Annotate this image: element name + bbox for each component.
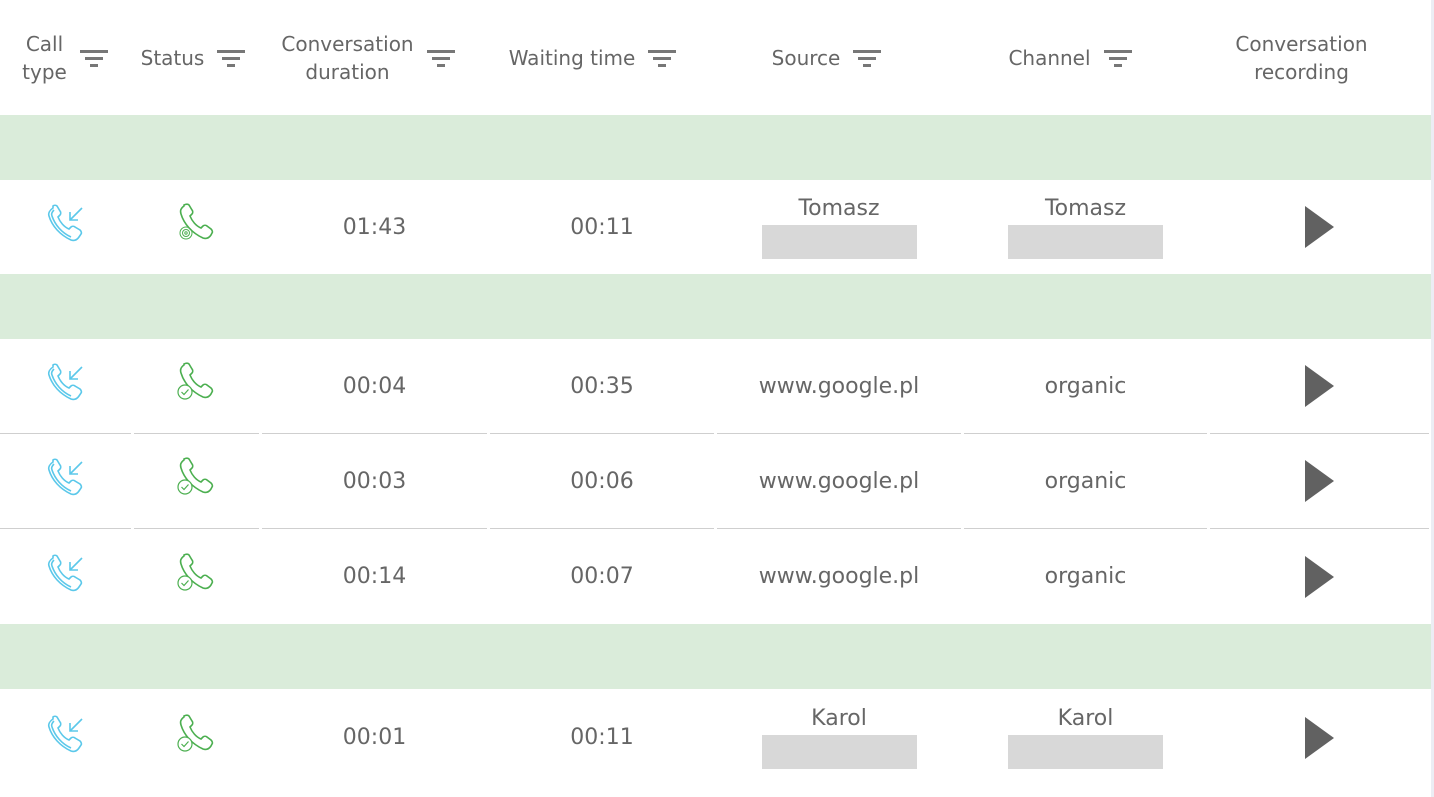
incoming-call-icon bbox=[44, 361, 88, 411]
duration-cell: 00:14 bbox=[342, 564, 407, 589]
call-answered-icon bbox=[175, 552, 219, 602]
filter-icon[interactable] bbox=[852, 48, 882, 68]
waiting-time-cell: 00:35 bbox=[490, 339, 714, 434]
channel-cell: Tomasz bbox=[964, 180, 1207, 274]
incoming-call-icon bbox=[44, 202, 88, 252]
group-row bbox=[0, 624, 1431, 689]
source-cell: Tomasz bbox=[717, 180, 961, 274]
header-channel: Channel bbox=[949, 44, 1192, 72]
status-cell bbox=[134, 529, 259, 624]
call-type-cell bbox=[0, 180, 131, 274]
filter-icon[interactable] bbox=[647, 48, 677, 68]
status-cell bbox=[134, 434, 259, 529]
header-waiting-time: Waiting time bbox=[481, 44, 705, 72]
filter-icon[interactable] bbox=[1103, 48, 1133, 68]
channel-value: Tomasz bbox=[1044, 195, 1127, 221]
table-header: Call type Status Conversation duration Wai… bbox=[0, 0, 1431, 115]
channel-value: organic bbox=[1044, 468, 1127, 494]
waiting-time-cell: 00:07 bbox=[570, 564, 634, 589]
table-row[interactable]: 00:14 00:07 www.google.pl organic bbox=[0, 529, 1431, 624]
play-icon[interactable] bbox=[1305, 555, 1334, 598]
redacted-block bbox=[761, 224, 917, 259]
duration-cell: 00:01 bbox=[342, 725, 407, 750]
call-answered-icon bbox=[175, 713, 219, 763]
channel-cell: organic bbox=[964, 529, 1207, 624]
header-status: Status bbox=[131, 44, 256, 72]
source-cell: Karol bbox=[717, 689, 961, 786]
group-row bbox=[0, 115, 1431, 180]
channel-value: Karol bbox=[1057, 706, 1114, 731]
call-type-cell bbox=[0, 434, 131, 529]
incoming-call-icon bbox=[44, 552, 88, 602]
source-cell: www.google.pl bbox=[717, 434, 961, 529]
recording-cell bbox=[1210, 339, 1429, 434]
duration-cell: 01:43 bbox=[342, 214, 407, 240]
redacted-block bbox=[1008, 224, 1163, 259]
source-value: Karol bbox=[811, 706, 867, 731]
source-cell: www.google.pl bbox=[717, 529, 961, 624]
waiting-time-cell: 00:11 bbox=[570, 214, 634, 240]
header-source: Source bbox=[705, 44, 949, 72]
recording-cell bbox=[1210, 180, 1429, 274]
table-row[interactable]: 00:01 00:11 Karol Karol bbox=[0, 689, 1431, 786]
group-row bbox=[0, 274, 1431, 339]
status-cell bbox=[134, 689, 259, 786]
table-row[interactable]: 01:43 00:11 Tomasz Tomasz bbox=[0, 180, 1431, 274]
play-icon[interactable] bbox=[1305, 206, 1334, 248]
call-type-cell bbox=[0, 689, 131, 786]
incoming-call-icon bbox=[44, 456, 88, 506]
channel-cell: Karol bbox=[964, 689, 1207, 786]
table-body: 01:43 00:11 Tomasz Tomasz 00:04 00:35 www.goog… bbox=[0, 115, 1431, 786]
header-conversation-recording: Conversation recording bbox=[1235, 31, 1368, 84]
recording-cell bbox=[1210, 689, 1429, 786]
call-answered-icon bbox=[175, 456, 219, 506]
call-type-cell bbox=[0, 339, 131, 434]
channel-cell: organic bbox=[964, 339, 1207, 434]
calls-table: Call type Status Conversation duration Wai… bbox=[0, 0, 1431, 786]
channel-cell: organic bbox=[964, 434, 1207, 529]
call-type-cell bbox=[0, 529, 131, 624]
status-cell bbox=[134, 339, 259, 434]
recording-cell bbox=[1210, 434, 1429, 529]
incoming-call-icon bbox=[44, 713, 88, 763]
redacted-block bbox=[1008, 735, 1163, 769]
filter-icon[interactable] bbox=[79, 48, 109, 68]
waiting-time-cell: 00:11 bbox=[570, 725, 634, 750]
channel-value: organic bbox=[1044, 373, 1127, 399]
source-cell: www.google.pl bbox=[717, 339, 961, 434]
status-cell bbox=[134, 180, 259, 274]
table-row[interactable]: 00:03 00:06 www.google.pl organic bbox=[0, 434, 1431, 529]
play-icon[interactable] bbox=[1305, 716, 1334, 759]
play-icon[interactable] bbox=[1305, 365, 1334, 407]
call-answered-icon bbox=[175, 361, 219, 411]
filter-icon[interactable] bbox=[216, 48, 246, 68]
call-target-icon bbox=[175, 202, 219, 252]
recording-cell bbox=[1210, 529, 1429, 624]
header-call-type: Call type bbox=[0, 30, 131, 86]
source-value: www.google.pl bbox=[758, 564, 920, 589]
redacted-block bbox=[761, 735, 917, 769]
waiting-time-cell: 00:06 bbox=[490, 434, 714, 529]
source-value: Tomasz bbox=[798, 195, 880, 221]
play-icon[interactable] bbox=[1305, 460, 1334, 502]
table-row[interactable]: 00:04 00:35 www.google.pl organic bbox=[0, 339, 1431, 434]
source-value: www.google.pl bbox=[758, 373, 920, 399]
header-conversation-duration: Conversation duration bbox=[256, 30, 481, 86]
source-value: www.google.pl bbox=[758, 468, 920, 494]
channel-value: organic bbox=[1044, 564, 1127, 589]
duration-cell: 00:03 bbox=[262, 434, 487, 529]
filter-icon[interactable] bbox=[426, 48, 456, 68]
duration-cell: 00:04 bbox=[262, 339, 487, 434]
